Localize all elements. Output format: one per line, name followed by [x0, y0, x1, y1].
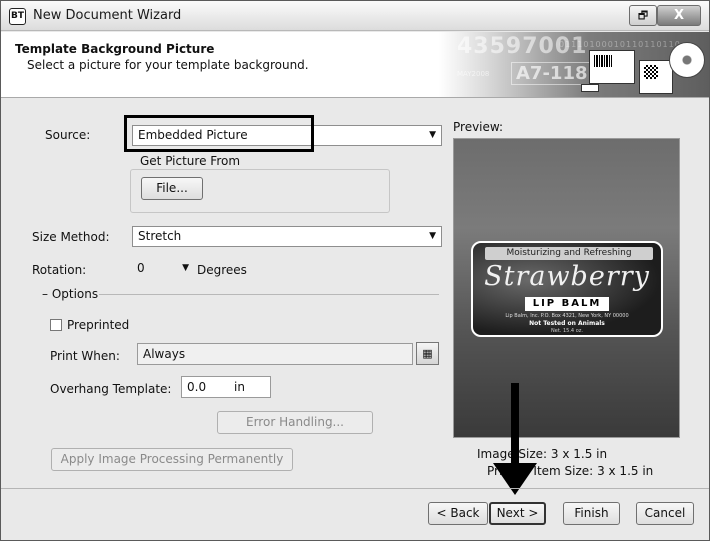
image-size-value: 3 x 1.5 in — [550, 447, 608, 461]
annotation-arrow-icon — [493, 463, 537, 495]
overhang-label: Overhang Template: — [50, 382, 172, 396]
get-picture-group-title: Get Picture From — [137, 154, 244, 168]
size-method-select[interactable]: Stretch ▼ — [132, 226, 442, 247]
rotation-unit: Degrees — [197, 263, 247, 277]
annotation-arrow-shaft — [511, 383, 519, 465]
dropdown-arrow-icon: ▼ — [429, 231, 436, 241]
error-handling-button[interactable]: Error Handling... — [217, 411, 373, 434]
source-label: Source: — [45, 128, 91, 142]
sample-weight: Net. 15.4 oz. — [551, 328, 583, 334]
preview-label: Preview: — [453, 120, 504, 134]
printed-item-value: 3 x 1.5 in — [597, 464, 654, 478]
overhang-unit: in — [234, 380, 245, 394]
tag-label-icon — [581, 84, 599, 92]
size-method-label: Size Method: — [32, 230, 110, 244]
rotation-label: Rotation: — [32, 263, 87, 277]
preprinted-checkbox[interactable] — [50, 319, 62, 331]
banner-small-text: MAY2008 — [457, 70, 490, 78]
overhang-field[interactable]: 0.0 in — [181, 376, 271, 398]
dropdown-arrow-icon: ▼ — [182, 263, 189, 273]
sample-tagline: Moisturizing and Refreshing — [485, 247, 653, 260]
close-button[interactable]: X — [657, 5, 701, 26]
file-button[interactable]: File... — [141, 177, 203, 200]
dropdown-arrow-icon: ▼ — [429, 130, 436, 140]
restore-button[interactable]: 🗗 — [629, 5, 657, 26]
banner-code: A7-118 — [511, 62, 593, 85]
page-title: Template Background Picture — [15, 42, 215, 56]
app-icon: BT — [9, 8, 26, 25]
print-when-field[interactable]: Always — [137, 343, 413, 365]
annotation-highlight-box — [124, 115, 314, 152]
page-subtitle: Select a picture for your template backg… — [27, 58, 309, 72]
size-method-value: Stretch — [138, 229, 182, 243]
rotation-value: 0 — [137, 261, 145, 275]
back-button[interactable]: < Back — [428, 502, 488, 525]
sample-note: Not Tested on Animals — [529, 320, 605, 327]
sample-product: LIP BALM — [525, 297, 609, 311]
next-button[interactable]: Next > — [489, 502, 546, 525]
wizard-header: Template Background Picture Select a pic… — [1, 32, 709, 98]
title-bar: BT New Document Wizard 🗗 X — [1, 1, 709, 31]
rotation-select[interactable]: 0 ▼ — [132, 259, 194, 280]
qr-label-icon — [639, 60, 673, 94]
apply-image-processing-button[interactable]: Apply Image Processing Permanently — [51, 448, 293, 471]
options-label: – Options — [39, 287, 102, 301]
options-divider — [99, 294, 439, 295]
disc-icon — [669, 42, 705, 78]
image-size-text: Image Size: 3 x 1.5 in — [477, 447, 607, 461]
preprinted-label: Preprinted — [67, 318, 130, 332]
wizard-window: BT New Document Wizard 🗗 X Template Back… — [0, 0, 710, 541]
barcode-label-icon — [589, 50, 635, 84]
sample-address: Lip Balm, Inc. P.O. Box 4321, New York, … — [505, 313, 629, 319]
preview-sample-label-image: Moisturizing and Refreshing Strawberry L… — [471, 241, 663, 337]
overhang-value: 0.0 — [187, 380, 207, 394]
header-banner-image: 43597001 01110100010110110110 A7-118 MAY… — [439, 32, 709, 97]
cancel-button[interactable]: Cancel — [636, 502, 694, 525]
finish-button[interactable]: Finish — [563, 502, 620, 525]
window-title: New Document Wizard — [33, 8, 182, 23]
print-when-picker-icon[interactable]: ▦ — [416, 342, 439, 365]
print-when-label: Print When: — [50, 349, 120, 363]
footer-divider — [1, 488, 709, 489]
banner-bits: 01110100010110110110 — [559, 40, 681, 49]
sample-name: Strawberry — [484, 261, 650, 292]
